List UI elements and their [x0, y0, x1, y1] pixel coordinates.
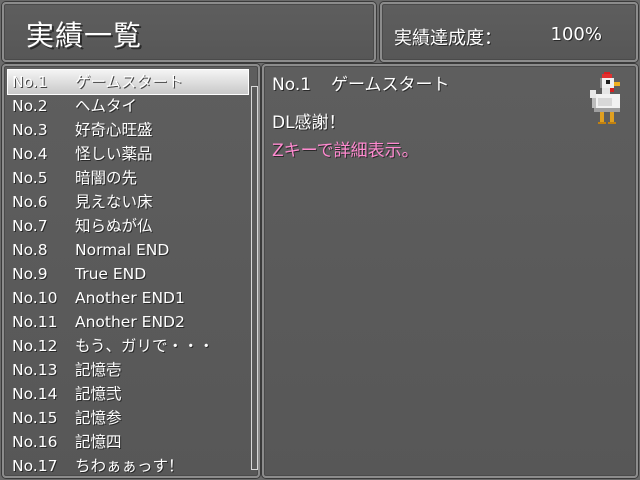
achievement-item[interactable]: No.7 知らぬが仏	[8, 214, 248, 238]
achievement-number: No.6	[12, 193, 48, 211]
achievement-name: ヘムタイ	[75, 97, 138, 115]
achievement-name: Another END1	[75, 289, 185, 307]
achievement-item[interactable]: No.3 好奇心旺盛	[8, 118, 248, 142]
detail-hint: Zキーで詳細表示。	[272, 141, 419, 161]
achievement-item[interactable]: No.12 もう、ガリで・・・	[8, 334, 248, 358]
achievement-number: No.11	[12, 313, 58, 331]
achievement-name: 怪しい薬品	[75, 145, 153, 163]
achievement-number: No.3	[12, 121, 48, 139]
list-scrollbar[interactable]	[251, 86, 258, 470]
chicken-sprite-icon	[590, 72, 620, 124]
achievement-item[interactable]: No.9 True END	[8, 262, 248, 286]
page-title: 実績一覧	[26, 19, 143, 52]
detail-number: No.1	[272, 75, 312, 95]
completion-label: 実績達成度：	[394, 28, 502, 49]
achievement-number: No.8	[12, 241, 48, 259]
achievement-number: No.12	[12, 337, 58, 355]
achievement-item[interactable]: No.2 ヘムタイ	[8, 94, 248, 118]
achievement-screen: 実績一覧 実績達成度： 100% No.1 ゲームスタート No.2 ヘムタイ No.3…	[0, 0, 640, 480]
achievement-number: No.10	[12, 289, 58, 307]
achievement-name: True END	[75, 265, 147, 283]
achievement-item[interactable]: No.14 記憶弐	[8, 382, 248, 406]
achievement-number: No.16	[12, 433, 58, 451]
title-window: 実績一覧	[2, 2, 376, 62]
achievement-item[interactable]: No.1 ゲームスタート	[7, 69, 249, 95]
achievement-number: No.2	[12, 97, 48, 115]
achievement-number: No.17	[12, 457, 58, 475]
achievement-name: 記憶壱	[75, 361, 122, 379]
completion-window: 実績達成度： 100%	[380, 2, 638, 62]
achievement-name: 記憶弐	[75, 385, 122, 403]
achievement-number: No.1	[12, 73, 48, 91]
achievement-number: No.15	[12, 409, 58, 427]
achievement-item[interactable]: No.11 Another END2	[8, 310, 248, 334]
achievement-item[interactable]: No.8 Normal END	[8, 238, 248, 262]
detail-window: No.1 ゲームスタート DL感謝！ Zキーで詳細表示。	[262, 64, 638, 478]
achievement-name: 知らぬが仏	[75, 217, 153, 235]
achievement-name: 記憶参	[75, 409, 122, 427]
achievement-name: ゲームスタート	[75, 73, 184, 91]
achievement-number: No.14	[12, 385, 58, 403]
achievement-number: No.4	[12, 145, 48, 163]
achievement-item[interactable]: No.16 記憶四	[8, 430, 248, 454]
achievement-list-window: No.1 ゲームスタート No.2 ヘムタイ No.3 好奇心旺盛 No.4 怪しい薬品 No.…	[2, 64, 260, 478]
achievement-item[interactable]: No.4 怪しい薬品	[8, 142, 248, 166]
achievement-number: No.13	[12, 361, 58, 379]
achievement-name: もう、ガリで・・・	[75, 337, 215, 355]
achievement-name: 暗闇の先	[75, 169, 138, 187]
achievement-item[interactable]: No.6 見えない床	[8, 190, 248, 214]
achievement-name: Another END2	[75, 313, 185, 331]
achievement-item[interactable]: No.5 暗闇の先	[8, 166, 248, 190]
achievement-name: Normal END	[75, 241, 170, 259]
achievement-item[interactable]: No.15 記憶参	[8, 406, 248, 430]
achievement-item[interactable]: No.10 Another END1	[8, 286, 248, 310]
achievement-number: No.7	[12, 217, 48, 235]
achievement-name: 記憶四	[75, 433, 122, 451]
achievement-item[interactable]: No.13 記憶壱	[8, 358, 248, 382]
achievement-name: 見えない床	[75, 193, 153, 211]
detail-name: ゲームスタート	[331, 75, 450, 95]
completion-value: 100%	[550, 24, 602, 45]
achievement-item[interactable]: No.17 ちわぁぁっす！	[8, 454, 248, 478]
achievement-list: No.1 ゲームスタート No.2 ヘムタイ No.3 好奇心旺盛 No.4 怪しい薬品 No.…	[7, 69, 249, 478]
achievement-number: No.9	[12, 265, 48, 283]
detail-message: DL感謝！	[272, 113, 346, 133]
achievement-name: 好奇心旺盛	[75, 121, 153, 139]
achievement-name: ちわぁぁっす！	[75, 457, 184, 475]
achievement-number: No.5	[12, 169, 48, 187]
detail-header: No.1 ゲームスタート	[272, 70, 450, 95]
